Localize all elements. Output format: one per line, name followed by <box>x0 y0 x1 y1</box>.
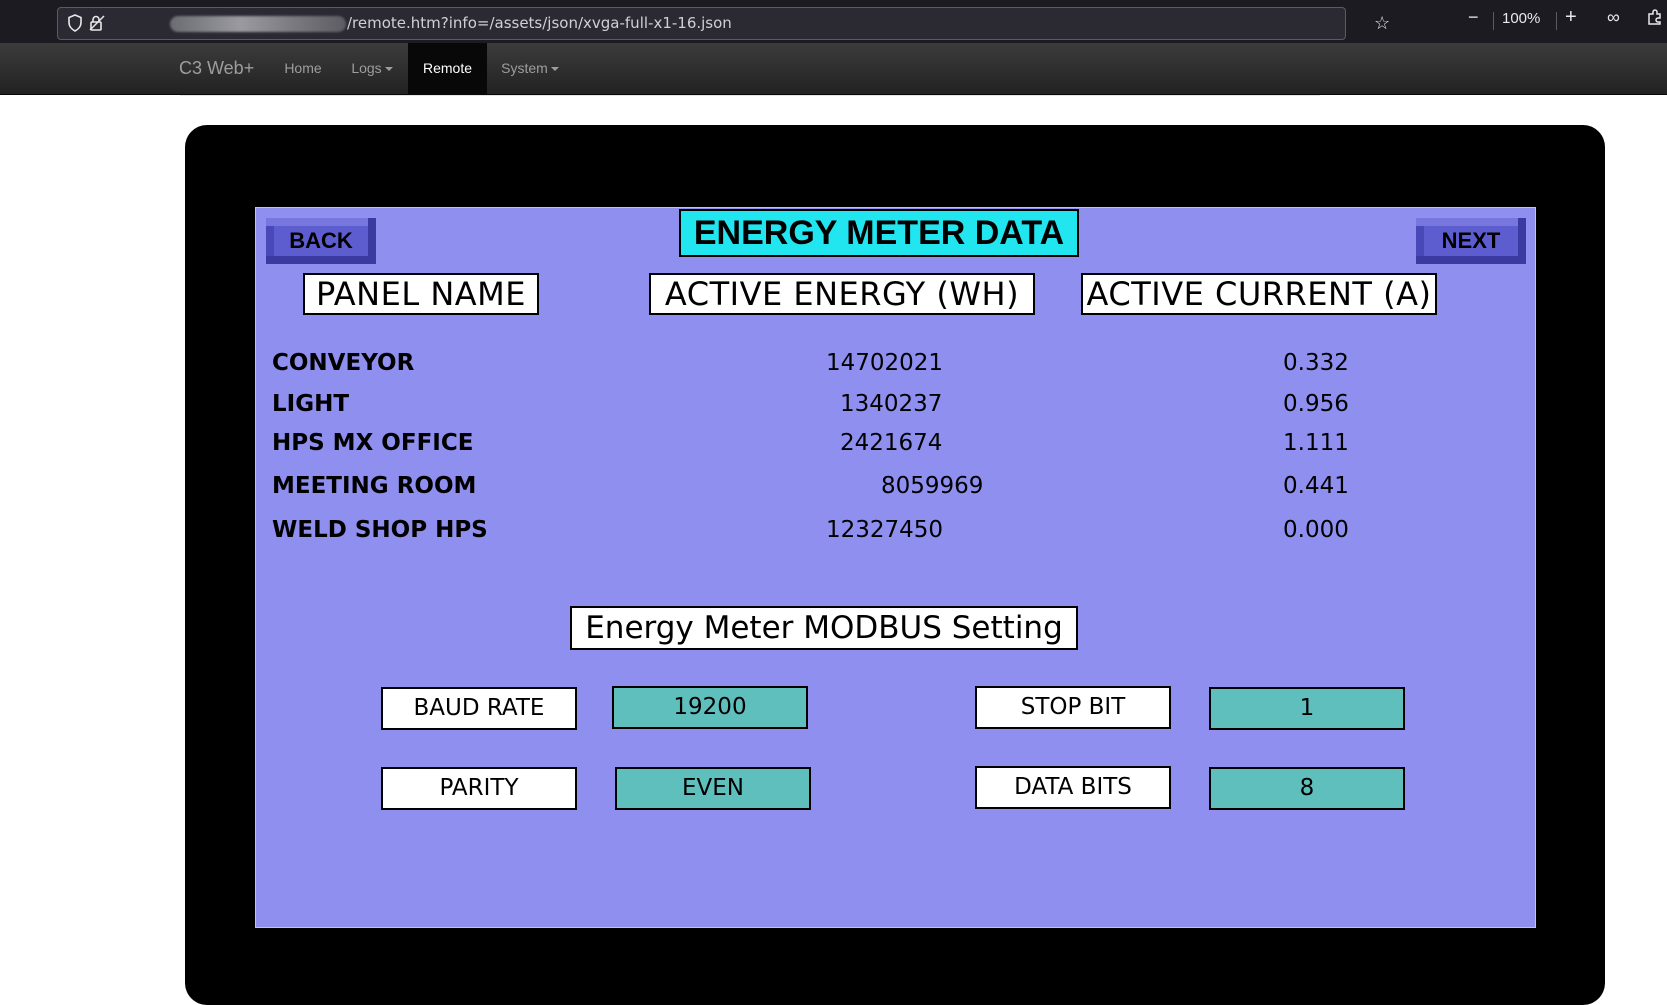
row-panel-name: LIGHT <box>272 391 350 417</box>
nav-home-label: Home <box>284 60 322 76</box>
zoom-in-icon[interactable]: + <box>1565 6 1577 29</box>
extensions-icon[interactable] <box>1646 8 1664 30</box>
browser-toolbar: /remote.htm?info=/assets/json/xvga-full-… <box>0 0 1667 43</box>
nav-system-dropdown[interactable]: System <box>491 43 569 94</box>
shield-icon[interactable] <box>66 14 84 32</box>
row-panel-name: CONVEYOR <box>272 350 415 376</box>
row-current: 0.332 <box>1283 350 1349 376</box>
bevel <box>368 218 376 264</box>
row-panel-name: HPS MX OFFICE <box>272 430 474 456</box>
back-button-label: BACK <box>274 226 368 256</box>
zoom-out-icon[interactable]: − <box>1468 7 1479 28</box>
stop-bit-label: STOP BIT <box>975 686 1171 729</box>
caret-down-icon <box>384 67 393 72</box>
row-current: 0.441 <box>1283 473 1349 499</box>
divider <box>1493 12 1494 30</box>
nav-logs-label: Logs <box>351 60 382 76</box>
data-bits-value[interactable]: 8 <box>1209 767 1405 810</box>
row-panel-name: WELD SHOP HPS <box>272 517 488 543</box>
bevel <box>1518 218 1526 264</box>
next-button-label: NEXT <box>1424 226 1518 256</box>
caret-down-icon <box>550 67 559 72</box>
divider <box>1556 12 1557 30</box>
row-current: 1.111 <box>1283 430 1349 456</box>
nav-remote-label: Remote <box>422 60 473 76</box>
nav-logs-dropdown[interactable]: Logs <box>340 43 404 94</box>
divider <box>180 95 1320 96</box>
header-active-current: ACTIVE CURRENT (A) <box>1081 273 1437 315</box>
row-energy: 2421674 <box>840 430 943 456</box>
row-energy: 14702021 <box>826 350 944 376</box>
header-active-energy: ACTIVE ENERGY (WH) <box>649 273 1035 315</box>
row-current: 0.000 <box>1283 517 1349 543</box>
url-text[interactable]: /remote.htm?info=/assets/json/xvga-full-… <box>347 14 732 32</box>
row-panel-name: MEETING ROOM <box>272 473 477 499</box>
parity-value[interactable]: EVEN <box>615 767 811 810</box>
modbus-settings-title: Energy Meter MODBUS Setting <box>570 606 1078 650</box>
lock-warning-icon[interactable] <box>88 14 106 32</box>
bevel <box>266 218 376 226</box>
data-bits-label: DATA BITS <box>975 766 1171 809</box>
header-panel-name: PANEL NAME <box>303 273 539 315</box>
redacted-host <box>170 16 346 32</box>
row-energy: 8059969 <box>881 473 984 499</box>
bevel <box>266 256 376 264</box>
nav-remote[interactable]: Remote <box>408 43 487 94</box>
bookmark-star-icon[interactable]: ☆ <box>1374 13 1390 34</box>
baud-rate-label: BAUD RATE <box>381 687 577 730</box>
nav-system-label: System <box>501 60 548 76</box>
row-energy: 1340237 <box>840 391 943 417</box>
next-button[interactable]: NEXT <box>1416 218 1526 264</box>
row-current: 0.956 <box>1283 391 1349 417</box>
hmi-screen[interactable]: BACK ENERGY METER DATA NEXT PANEL NAME A… <box>255 207 1536 928</box>
brand-link[interactable]: C3 Web+ <box>179 58 254 79</box>
bevel <box>1416 218 1526 226</box>
address-bar[interactable]: /remote.htm?info=/assets/json/xvga-full-… <box>57 7 1390 40</box>
bevel <box>1416 256 1526 264</box>
stop-bit-value[interactable]: 1 <box>1209 687 1405 730</box>
zoom-level[interactable]: 100% <box>1502 10 1540 27</box>
infinity-icon[interactable]: ∞ <box>1607 7 1620 28</box>
site-navbar: C3 Web+ Home Logs Remote System <box>0 43 1667 95</box>
nav-home[interactable]: Home <box>270 43 336 94</box>
back-button[interactable]: BACK <box>266 218 376 264</box>
row-energy: 12327450 <box>826 517 944 543</box>
baud-rate-value[interactable]: 19200 <box>612 686 808 729</box>
parity-label: PARITY <box>381 767 577 810</box>
page-title: ENERGY METER DATA <box>679 209 1079 257</box>
